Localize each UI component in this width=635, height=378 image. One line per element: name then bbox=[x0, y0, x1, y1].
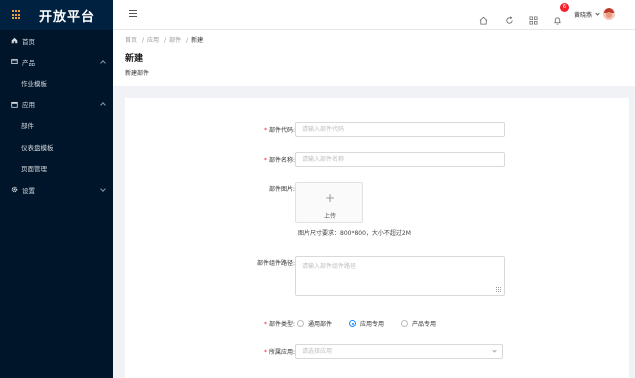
sidebar: 开放平台 首页 产品 作业模板 应用 部件 仪表盘模板 页面管理 设置 bbox=[0, 0, 113, 378]
breadcrumb-components[interactable]: 部件 bbox=[169, 37, 181, 44]
resize-handle-icon[interactable] bbox=[496, 287, 501, 292]
brand: 开放平台 bbox=[0, 0, 113, 30]
sidebar-item-label: 作业模板 bbox=[21, 79, 47, 88]
sidebar-item-page-management[interactable]: 页面管理 bbox=[0, 158, 113, 180]
upload-label: 上传 bbox=[323, 213, 336, 220]
chevron-down-icon[interactable] bbox=[595, 11, 600, 16]
refresh-icon[interactable] bbox=[505, 10, 514, 24]
app-grid-icon[interactable] bbox=[12, 10, 22, 20]
breadcrumb-apps[interactable]: 应用 bbox=[147, 37, 159, 44]
sidebar-nav: 首页 产品 作业模板 应用 部件 仪表盘模板 页面管理 设置 bbox=[0, 30, 113, 200]
type-radio-general[interactable]: 通用部件 bbox=[297, 319, 332, 328]
sidebar-item-home[interactable]: 首页 bbox=[0, 30, 113, 51]
image-hint: 图片尺寸要求：800*800，大小不超过2M bbox=[298, 230, 411, 237]
page-title: 新建 bbox=[125, 54, 144, 64]
sidebar-item-label: 产品 bbox=[22, 58, 35, 67]
sidebar-item-label: 页面管理 bbox=[21, 165, 47, 174]
product-icon bbox=[11, 58, 18, 65]
name-input[interactable]: 请输入部件名称 bbox=[295, 152, 505, 167]
page-subtitle: 新建部件 bbox=[125, 70, 150, 77]
form-card: * 部件代码: 请输入部件代码 * 部件名称: 请输入部件名称 部件图片: + 上传… bbox=[125, 98, 629, 378]
plus-icon: + bbox=[325, 191, 336, 205]
name-label: * 部件名称: bbox=[263, 157, 295, 164]
type-radio-product[interactable]: 产品专用 bbox=[401, 319, 436, 328]
sidebar-item-settings[interactable]: 设置 bbox=[0, 179, 113, 200]
app-title: 开放平台 bbox=[39, 9, 96, 25]
type-radio-app[interactable]: 应用专用 bbox=[349, 319, 384, 328]
home-icon bbox=[11, 37, 18, 44]
avatar[interactable] bbox=[603, 8, 615, 20]
app-label: * 所属应用: bbox=[263, 349, 295, 356]
page-header: 首页 / 应用 / 部件 / 新建 新建 新建部件 bbox=[113, 30, 635, 86]
app-select[interactable]: 请选择应用 bbox=[295, 344, 503, 359]
gear-icon bbox=[11, 186, 18, 193]
chevron-down-icon bbox=[100, 185, 106, 192]
sidebar-item-dashboard-template[interactable]: 仪表盘模板 bbox=[0, 136, 113, 158]
sidebar-item-label: 仪表盘模板 bbox=[21, 143, 54, 152]
home-icon[interactable] bbox=[479, 10, 488, 25]
user-name[interactable]: 黄晓燕 bbox=[574, 10, 592, 19]
sidebar-item-product[interactable]: 产品 bbox=[0, 51, 113, 72]
notification-badge: 6 bbox=[560, 3, 569, 12]
breadcrumb: 首页 / 应用 / 部件 / 新建 bbox=[125, 37, 204, 44]
sidebar-item-components[interactable]: 部件 bbox=[0, 115, 113, 137]
chevron-up-icon bbox=[100, 102, 106, 108]
path-textarea[interactable]: 请输入部件组件路径 bbox=[295, 256, 505, 296]
chevron-down-icon bbox=[492, 348, 497, 353]
bell-icon[interactable] bbox=[553, 10, 562, 25]
sidebar-item-label: 应用 bbox=[22, 101, 35, 109]
app-select-placeholder: 请选择应用 bbox=[302, 348, 333, 355]
image-label: 部件图片: bbox=[268, 186, 295, 193]
sidebar-item-job-template[interactable]: 作业模板 bbox=[0, 72, 113, 94]
type-label: * 部件类型: bbox=[263, 321, 295, 328]
sidebar-item-label: 设置 bbox=[22, 186, 35, 195]
apps-grid-icon[interactable] bbox=[529, 10, 538, 25]
chevron-up-icon bbox=[100, 59, 106, 66]
path-label: 部件组件路径: bbox=[256, 260, 295, 267]
image-upload-button[interactable]: + 上传 bbox=[295, 182, 363, 223]
menu-toggle-icon[interactable] bbox=[129, 10, 137, 17]
calendar-icon bbox=[11, 101, 18, 108]
code-label: * 部件代码: bbox=[263, 127, 295, 134]
path-placeholder: 请输入部件组件路径 bbox=[302, 263, 357, 270]
sidebar-item-label: 部件 bbox=[21, 122, 34, 131]
sidebar-item-label: 首页 bbox=[22, 37, 35, 46]
breadcrumb-home[interactable]: 首页 bbox=[125, 37, 137, 44]
code-input[interactable]: 请输入部件代码 bbox=[295, 122, 505, 137]
top-header: 6 黄晓燕 bbox=[113, 0, 635, 30]
sidebar-item-apps[interactable]: 应用 bbox=[0, 94, 113, 115]
breadcrumb-current: 新建 bbox=[191, 37, 204, 44]
